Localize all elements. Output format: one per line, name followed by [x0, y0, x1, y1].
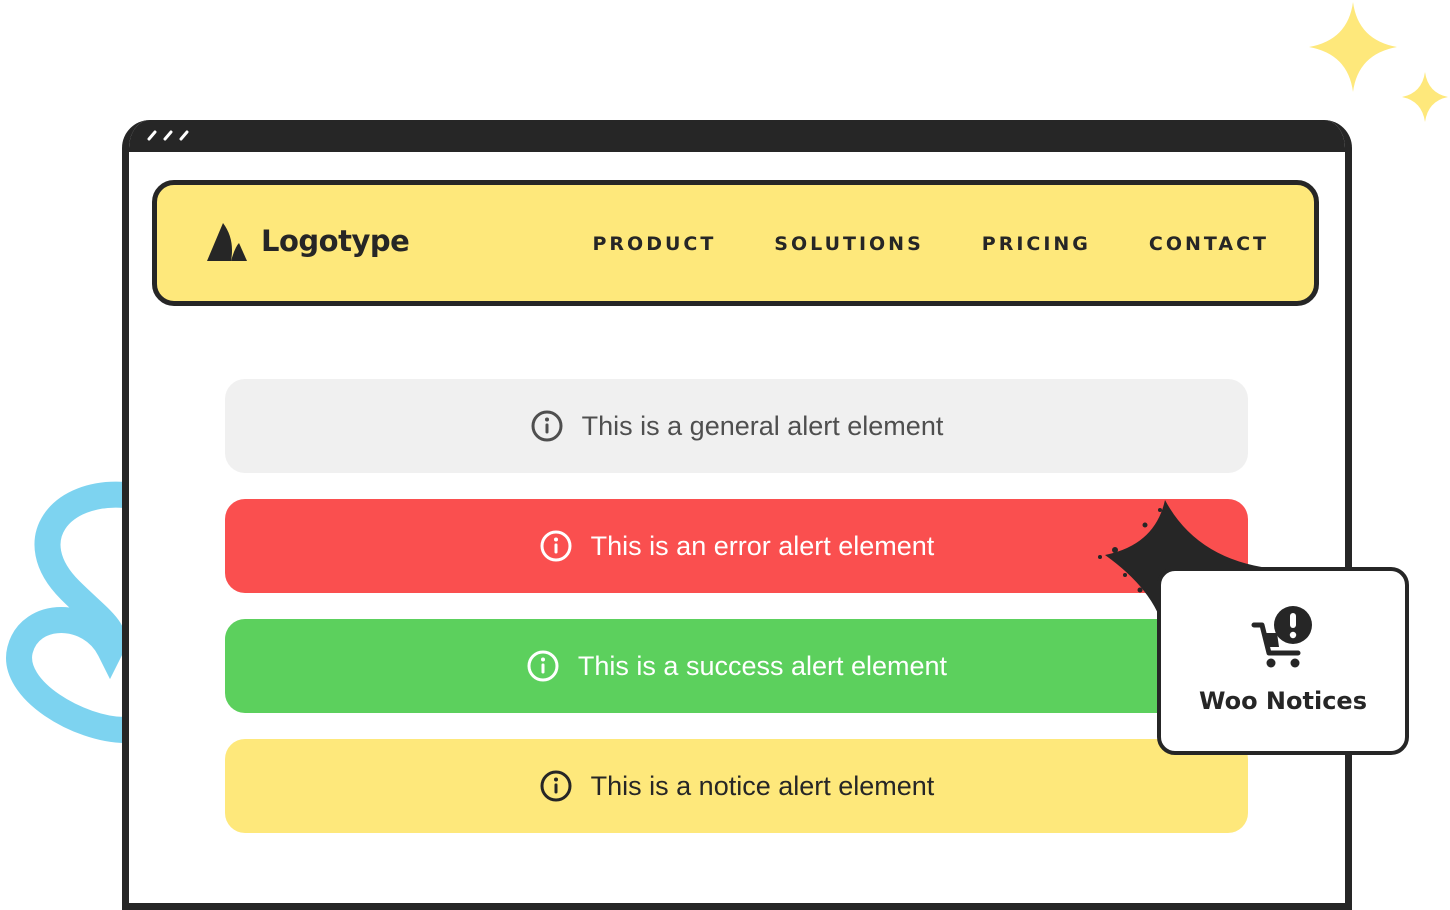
nav-item-contact[interactable]: CONTACT: [1149, 233, 1269, 255]
info-icon: [527, 650, 559, 682]
squiggle-decoration: [6, 481, 130, 743]
nav-item-product[interactable]: PRODUCT: [592, 233, 716, 255]
window-controls-icon: [147, 130, 189, 141]
site-logo[interactable]: Logotype: [205, 221, 410, 261]
general-alert: This is a general alert element: [225, 379, 1248, 473]
nav-item-pricing[interactable]: PRICING: [982, 233, 1091, 255]
notice-alert: This is a notice alert element: [225, 739, 1248, 833]
info-icon: [540, 770, 572, 802]
window-titlebar: [129, 120, 1345, 152]
sparkle-icon: [1309, 2, 1448, 122]
woo-notices-badge: Woo Notices: [1157, 567, 1409, 755]
info-icon: [540, 530, 572, 562]
alert-text: This is a general alert element: [581, 410, 944, 441]
nav-item-solutions[interactable]: SOLUTIONS: [774, 233, 923, 255]
alert-text: This is a success alert element: [577, 650, 948, 681]
cart-alert-icon: [1251, 606, 1312, 668]
main-menu: PRODUCT SOLUTIONS PRICING CONTACT: [592, 233, 1269, 255]
badge-label: Woo Notices: [1198, 687, 1367, 715]
info-icon: [531, 410, 563, 442]
site-header: Logotype PRODUCT SOLUTIONS PRICING CONTA…: [152, 180, 1319, 306]
logo-text: Logotype: [261, 224, 410, 258]
alert-text: This is an error alert element: [590, 530, 935, 561]
logo-mark-icon: [207, 223, 247, 261]
alert-text: This is a notice alert element: [590, 770, 935, 801]
